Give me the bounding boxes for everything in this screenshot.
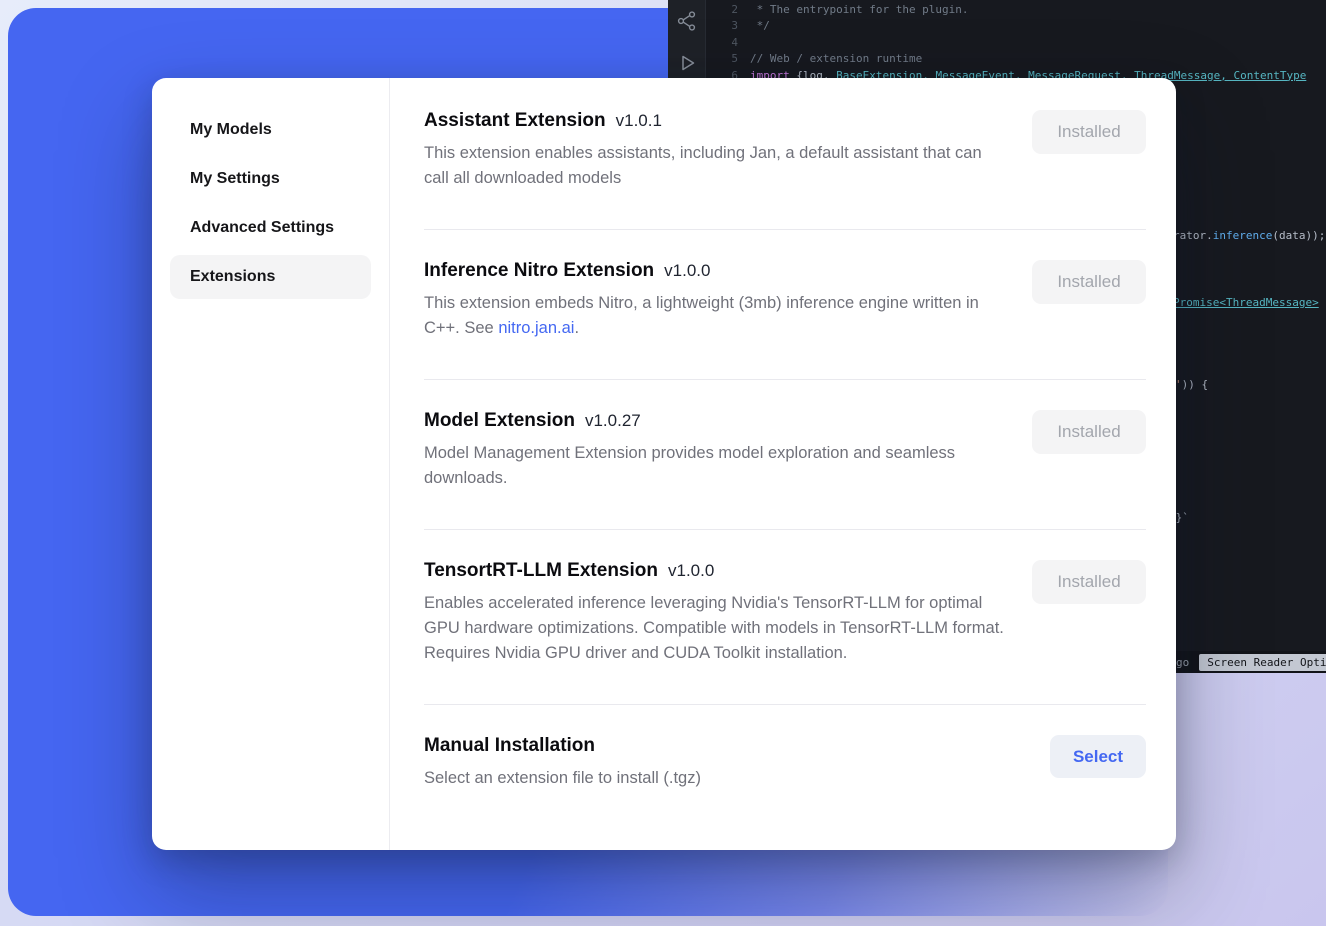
extensions-list: Assistant Extension v1.0.1 This extensio… (390, 78, 1176, 850)
line-number: 5 (706, 51, 750, 67)
settings-sidebar: My Models My Settings Advanced Settings … (152, 78, 390, 850)
code-text: */ (750, 18, 770, 34)
line-number: 3 (706, 18, 750, 34)
installed-button[interactable]: Installed (1032, 110, 1146, 154)
extension-name: Manual Installation (424, 735, 595, 757)
extension-version: v1.0.27 (585, 411, 641, 431)
code-line: 3 */ (706, 18, 1326, 34)
extension-row-assistant: Assistant Extension v1.0.1 This extensio… (424, 108, 1146, 230)
code-line: 4 (706, 35, 1326, 51)
code-fragment: rator.inference(data)); (1173, 229, 1325, 242)
line-number: 2 (706, 2, 750, 18)
line-number: 4 (706, 35, 750, 51)
run-debug-icon[interactable] (676, 52, 698, 74)
settings-modal: My Models My Settings Advanced Settings … (152, 78, 1176, 850)
editor-code: 2 * The entrypoint for the plugin. 3 */ … (706, 2, 1326, 84)
code-text: // Web / extension runtime (750, 51, 922, 67)
extension-description: Select an extension file to install (.tg… (424, 766, 701, 791)
extension-description: This extension enables assistants, inclu… (424, 141, 1006, 191)
extension-version: v1.0.0 (668, 561, 714, 581)
extension-row-model: Model Extension v1.0.27 Model Management… (424, 380, 1146, 530)
extension-version: v1.0.0 (664, 261, 710, 281)
status-text: go (1176, 656, 1189, 669)
extension-description: Model Management Extension provides mode… (424, 441, 1006, 491)
code-line: 2 * The entrypoint for the plugin. (706, 2, 1326, 18)
extension-row-manual-installation: Manual Installation Select an extension … (424, 705, 1146, 791)
code-fragment: ')) { (1175, 378, 1208, 391)
extension-row-inference-nitro: Inference Nitro Extension v1.0.0 This ex… (424, 230, 1146, 380)
extension-row-tensorrt-llm: TensortRT-LLM Extension v1.0.0 Enables a… (424, 530, 1146, 705)
extension-version: v1.0.1 (616, 111, 662, 131)
code-fragment: Promise<ThreadMessage> (1173, 296, 1319, 309)
sidebar-item-my-settings[interactable]: My Settings (170, 157, 371, 201)
extension-name: TensortRT-LLM Extension (424, 560, 658, 582)
select-file-button[interactable]: Select (1050, 735, 1146, 778)
installed-button[interactable]: Installed (1032, 260, 1146, 304)
sidebar-item-my-models[interactable]: My Models (170, 108, 371, 152)
extension-name: Model Extension (424, 410, 575, 432)
extension-name: Inference Nitro Extension (424, 260, 654, 282)
installed-button[interactable]: Installed (1032, 560, 1146, 604)
desktop: 2 * The entrypoint for the plugin. 3 */ … (0, 0, 1326, 926)
extension-name: Assistant Extension (424, 110, 606, 132)
nitro-jan-ai-link[interactable]: nitro.jan.ai (498, 319, 574, 337)
source-control-icon[interactable] (676, 10, 698, 32)
screen-reader-badge[interactable]: Screen Reader Optimize (1199, 654, 1326, 671)
code-text: * The entrypoint for the plugin. (750, 2, 969, 18)
installed-button[interactable]: Installed (1032, 410, 1146, 454)
extension-description: This extension embeds Nitro, a lightweig… (424, 291, 1006, 341)
code-line: 5 // Web / extension runtime (706, 51, 1326, 67)
extension-description: Enables accelerated inference leveraging… (424, 591, 1006, 666)
sidebar-item-extensions[interactable]: Extensions (170, 255, 371, 299)
sidebar-item-advanced-settings[interactable]: Advanced Settings (170, 206, 371, 250)
